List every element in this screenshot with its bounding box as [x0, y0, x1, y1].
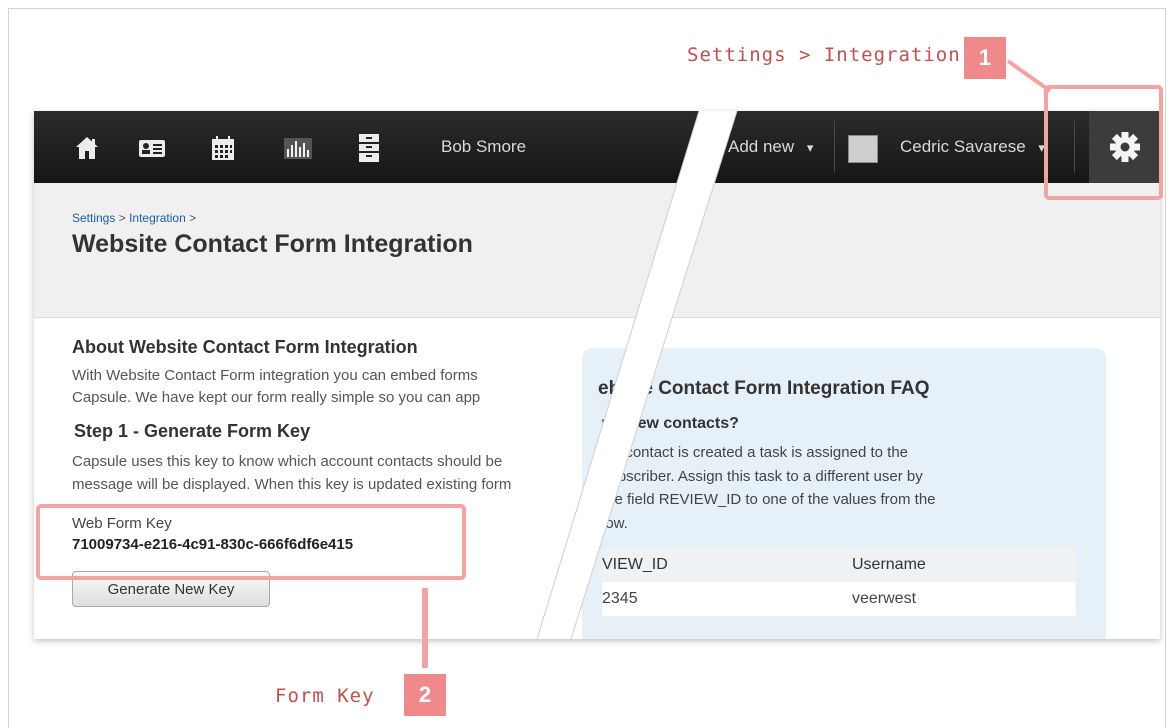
callout-connector	[422, 588, 428, 668]
step1-heading: Step 1 - Generate Form Key	[74, 421, 311, 441]
chevron-down-icon: ▾	[806, 140, 814, 155]
current-user-name: Bob Smore	[441, 137, 527, 156]
account-menu[interactable]: Cedric Savarese ▾	[900, 137, 1045, 157]
settings-highlight-box	[1044, 85, 1163, 200]
faq-text-line: subscriber. Assign this task to a differ…	[602, 468, 923, 485]
form-key-highlight-box	[36, 504, 466, 580]
settings-callout-label: Settings > Integration	[687, 44, 961, 66]
form-key-callout-label: Form Key	[275, 685, 375, 707]
faq-text-line: ew contact is created a task is assigned…	[602, 444, 908, 461]
table-header-cell: Username	[852, 556, 926, 573]
table-cell: 2345	[602, 590, 638, 607]
breadcrumb-integration-link[interactable]: Integration	[129, 211, 186, 225]
step1-text-line: message will be displayed. When this key…	[72, 476, 512, 493]
table-row: 2345 veerwest	[602, 582, 1076, 616]
divider	[834, 121, 835, 173]
add-new-label: Add new	[728, 137, 795, 156]
account-name: Cedric Savarese	[900, 137, 1026, 156]
breadcrumb-settings-link[interactable]: Settings	[72, 211, 115, 225]
callout-badge-2: 2	[404, 674, 446, 716]
review-id-table: VIEW_ID Username 2345 veerwest	[602, 548, 1076, 616]
about-heading: About Website Contact Form Integration	[72, 337, 418, 357]
faq-question: ws new contacts?	[602, 415, 739, 432]
about-text-line: Capsule. We have kept our form really si…	[72, 389, 481, 406]
page-header: Settings > Integration > Website Contact…	[34, 183, 1160, 318]
avatar[interactable]	[848, 135, 878, 163]
table-cell: veerwest	[852, 590, 917, 607]
home-icon[interactable]	[72, 133, 102, 163]
step1-text-line: Capsule uses this key to know which acco…	[72, 453, 503, 470]
cabinet-icon[interactable]	[354, 133, 384, 163]
table-header-row: VIEW_ID Username	[602, 548, 1076, 582]
faq-title: ebsite Contact Form Integration FAQ	[598, 378, 930, 399]
contact-card-icon[interactable]	[137, 133, 167, 163]
callout-connector	[1006, 59, 1052, 93]
breadcrumb-separator: >	[189, 211, 197, 225]
faq-panel: ebsite Contact Form Integration FAQ ws n…	[582, 348, 1106, 639]
top-navigation-bar: Bob Smore Add new ▾ Cedric Savarese ▾	[34, 111, 1160, 183]
page-title: Website Contact Form Integration	[72, 230, 473, 258]
breadcrumb: Settings > Integration >	[72, 211, 196, 225]
main-content: About Website Contact Form Integration W…	[34, 318, 1160, 639]
chart-icon[interactable]	[283, 133, 313, 163]
about-text-line: With Website Contact Form integration yo…	[72, 367, 478, 384]
breadcrumb-separator: >	[118, 211, 126, 225]
add-new-menu[interactable]: Add new ▾	[728, 137, 813, 157]
faq-text-line: the field REVIEW_ID to one of the values…	[602, 491, 936, 508]
faq-text-line: low.	[602, 515, 628, 532]
calendar-icon[interactable]	[208, 133, 238, 163]
table-header-cell: VIEW_ID	[602, 556, 668, 573]
